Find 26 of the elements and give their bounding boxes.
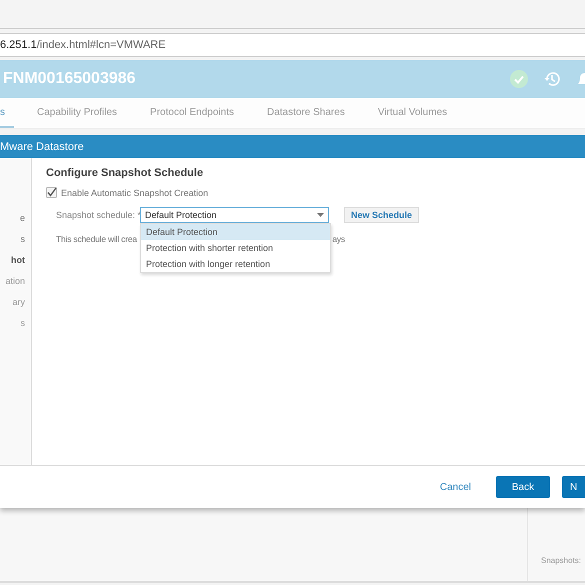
back-button[interactable]: Back (496, 476, 550, 498)
check-circle-icon[interactable] (510, 70, 528, 88)
description-text: ays (332, 234, 345, 244)
dialog-title: Mware Datastore (0, 135, 585, 158)
system-name: FNM00165003986 (3, 70, 137, 88)
tab[interactable]: Virtual Volumes (378, 98, 448, 128)
history-icon[interactable] (543, 70, 561, 88)
tab[interactable]: Protocol Endpoints (150, 98, 234, 128)
wizard-step[interactable]: s (20, 233, 31, 245)
panel-label: Snapshots: (541, 556, 582, 565)
wizard-step[interactable]: e (20, 212, 31, 224)
section-heading: Configure Snapshot Schedule (46, 167, 204, 179)
address-bar[interactable]: 6.251.1/index.html#lcn=VMWARE (0, 33, 585, 57)
caret-icon (317, 213, 324, 217)
tab[interactable]: Capability Profiles (37, 98, 118, 128)
checkbox-label: Enable Automatic Snapshot Creation (61, 188, 208, 198)
dropdown-option[interactable]: Default Protection (141, 224, 330, 240)
wizard-step[interactable]: hot (11, 254, 31, 266)
next-button[interactable]: N (562, 476, 585, 498)
tab[interactable]: Datastore Shares (267, 98, 345, 128)
description-text: This schedule will crea (56, 234, 137, 244)
dropdown-option[interactable]: Protection with shorter retention (141, 240, 330, 256)
dropdown-option[interactable]: Protection with longer retention (141, 256, 330, 272)
checkbox[interactable] (46, 187, 57, 198)
new-schedule-button[interactable]: New Schedule (344, 207, 420, 223)
cancel-link[interactable]: Cancel (440, 482, 471, 492)
